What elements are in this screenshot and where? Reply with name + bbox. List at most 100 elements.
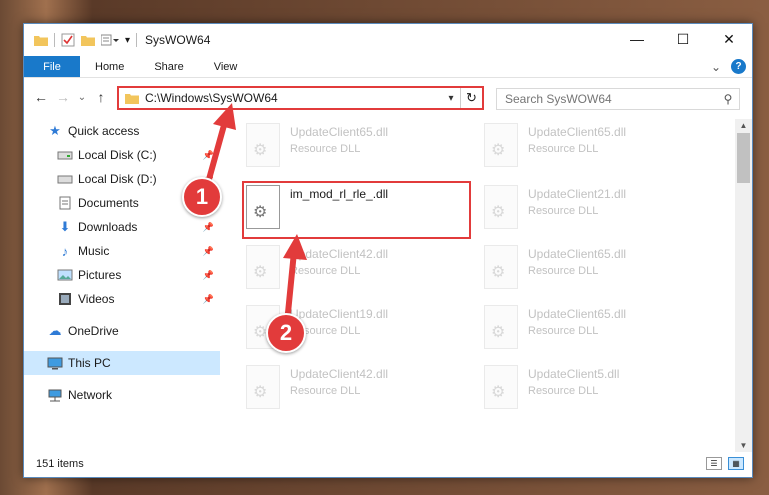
tab-home[interactable]: Home [80,56,139,77]
sidebar-item-label: Network [68,388,113,402]
scroll-down-icon[interactable]: ▼ [735,441,752,450]
pin-icon: 📌 [202,245,214,256]
file-item[interactable]: UpdateClient21.dll Resource DLL [484,183,714,239]
sidebar-item-quick-access[interactable]: ★ Quick access [24,119,220,143]
file-name: UpdateClient5.dll [528,367,620,381]
dll-file-icon [484,365,518,409]
minimize-button[interactable]: — [614,24,660,54]
status-bar: 151 items ☰ ▦ [24,451,752,477]
file-type: Resource DLL [528,143,599,155]
navigation-bar: ← → ⌄ ↑ C:\Windows\SysWOW64 ▾ ↻ ⚲ [24,78,752,116]
dll-file-icon [246,365,280,409]
back-button[interactable]: ← [30,89,52,105]
properties-icon[interactable] [61,33,75,47]
address-dropdown-icon[interactable]: ▾ [442,93,460,104]
maximize-button[interactable]: ☐ [660,24,706,54]
large-icons-view-icon[interactable]: ▦ [728,457,744,470]
file-item[interactable]: UpdateClient65.dll Resource DLL [246,121,476,177]
scroll-up-icon[interactable]: ▲ [735,121,752,130]
file-name: UpdateClient65.dll [528,247,627,261]
sidebar-item-local-disk-c[interactable]: Local Disk (C:) 📌 [24,143,220,167]
expand-ribbon-icon[interactable]: ⌄ [711,60,721,74]
toolbar-divider [136,33,138,47]
file-item[interactable]: UpdateClient42.dll Resource DLL [246,243,476,299]
new-folder-icon[interactable] [81,34,95,46]
star-icon: ★ [49,123,61,138]
refresh-button[interactable]: ↻ [460,88,482,108]
search-box[interactable]: ⚲ [496,88,740,110]
pin-icon: 📌 [202,269,214,280]
title-bar: ▾ SysWOW64 — ☐ ✕ [24,24,752,56]
explorer-window: ▾ SysWOW64 — ☐ ✕ File Home Share View ⌄ … [23,23,753,478]
dll-file-icon [484,245,518,289]
address-bar[interactable]: C:\Windows\SysWOW64 ▾ ↻ [117,86,484,110]
sidebar-item-network[interactable]: Network [24,383,220,407]
file-type: Resource DLL [528,265,599,277]
file-item[interactable]: UpdateClient65.dll Resource DLL [484,121,714,177]
downloads-icon: ⬇ [59,219,71,234]
tab-view[interactable]: View [199,56,253,77]
sidebar-item-label: Videos [78,292,115,306]
search-input[interactable] [497,90,717,108]
file-name: UpdateClient65.dll [528,307,627,321]
file-type: Resource DLL [528,205,599,217]
chevron-down-icon[interactable]: ▾ [125,35,130,46]
file-type: Resource DLL [528,385,599,397]
navigation-pane: ★ Quick access Local Disk (C:) 📌 Local D… [24,119,220,449]
sidebar-item-downloads[interactable]: ⬇ Downloads 📌 [24,215,220,239]
window-title: SysWOW64 [145,33,211,47]
close-button[interactable]: ✕ [706,24,752,54]
cloud-icon: ☁ [48,323,62,338]
step-1-badge: 1 [182,177,222,217]
dll-file-icon [484,305,518,349]
file-item[interactable]: UpdateClient5.dll Resource DLL [484,363,714,419]
sidebar-item-label: Pictures [78,268,122,282]
file-name: UpdateClient65.dll [290,125,389,139]
vertical-scrollbar[interactable]: ▲ ▼ [735,119,752,452]
sidebar-item-label: This PC [68,356,111,370]
sidebar-item-label: Music [78,244,110,258]
forward-button[interactable]: → [52,89,74,105]
dll-file-icon [246,123,280,167]
folder-icon [125,94,139,104]
file-name: UpdateClient42.dll [290,367,389,381]
file-type: Resource DLL [290,143,361,155]
pin-icon: 📌 [202,221,214,232]
file-list: UpdateClient65.dll Resource DLL UpdateCli… [224,119,734,449]
folder-icon [34,36,48,46]
file-item[interactable]: UpdateClient42.dll Resource DLL [246,363,476,419]
quick-access-toolbar: ▾ [24,33,138,47]
sidebar-item-music[interactable]: ♪ Music 📌 [24,239,220,263]
help-icon[interactable]: ? [731,59,746,74]
dll-file-icon [484,123,518,167]
details-view-icon[interactable]: ☰ [706,457,722,470]
documents-icon [56,196,74,210]
file-item[interactable]: UpdateClient65.dll Resource DLL [484,303,714,359]
scrollbar-thumb[interactable] [737,133,750,183]
window-controls: — ☐ ✕ [614,24,752,54]
sidebar-item-pictures[interactable]: Pictures 📌 [24,263,220,287]
address-path[interactable]: C:\Windows\SysWOW64 [145,91,442,105]
sidebar-item-this-pc[interactable]: This PC [24,351,220,375]
tab-file[interactable]: File [24,56,80,77]
customize-toolbar-icon[interactable] [101,34,119,46]
tab-share[interactable]: Share [139,56,198,77]
sidebar-item-label: Local Disk (C:) [78,148,157,162]
dll-file-icon [246,245,280,289]
step-2-badge: 2 [266,313,306,353]
file-type: Resource DLL [528,325,599,337]
pin-icon: 📌 [202,293,214,304]
search-icon[interactable]: ⚲ [717,92,739,106]
sidebar-item-onedrive[interactable]: ☁ OneDrive [24,319,220,343]
drive-icon [56,172,74,186]
file-name: UpdateClient65.dll [528,125,627,139]
file-item[interactable]: UpdateClient65.dll Resource DLL [484,243,714,299]
file-type: Resource DLL [290,385,361,397]
sidebar-item-label: Documents [78,196,139,210]
up-button[interactable]: ↑ [90,89,112,105]
file-name: UpdateClient42.dll [290,247,389,261]
view-switcher: ☰ ▦ [706,457,744,470]
drive-icon [56,148,74,162]
sidebar-item-videos[interactable]: Videos 📌 [24,287,220,311]
recent-locations-button[interactable]: ⌄ [74,92,90,103]
